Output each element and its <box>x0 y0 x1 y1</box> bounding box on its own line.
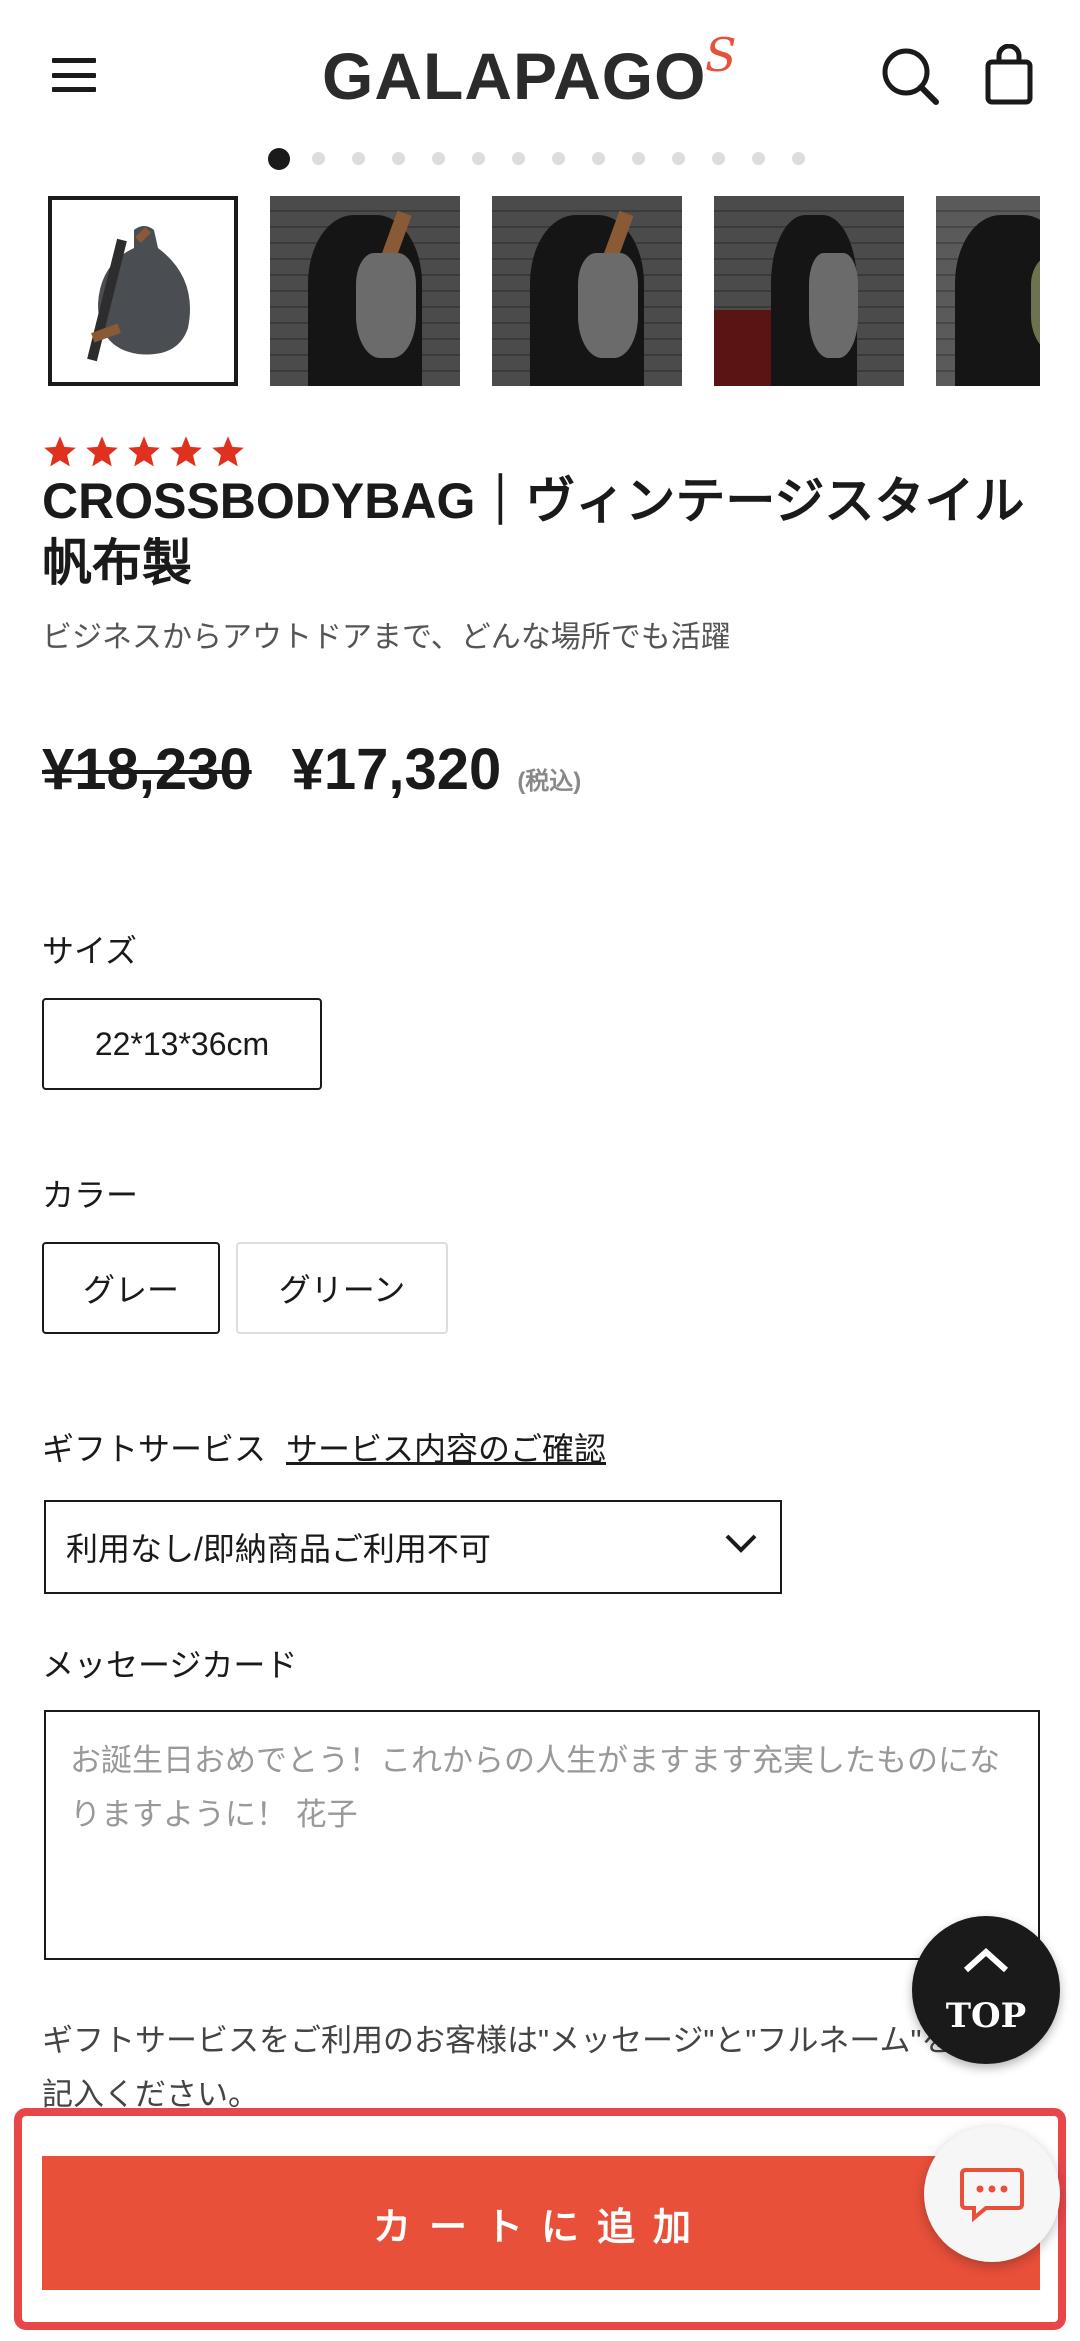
message-card-placeholder: お誕生日おめでとう！これからの人生がますます充実したものになりますように！ 花子 <box>70 1743 1000 1832</box>
gift-note: ギフトサービスをご利用のお客様は"メッセージ"と"フルネーム"をご記入ください。 <box>42 2023 984 2112</box>
gallery-dot-active[interactable] <box>268 148 290 170</box>
gallery-pagination <box>268 148 832 170</box>
gallery-dot[interactable] <box>752 152 765 165</box>
product-title: CROSSBODYBAG｜ヴィンテージスタイル 帆布製 <box>42 473 1025 591</box>
chat-button[interactable] <box>924 2126 1060 2262</box>
color-label: カラー <box>42 1177 139 1213</box>
add-to-cart-button[interactable]: カートに追加 <box>42 2156 1040 2290</box>
product-image <box>52 200 234 382</box>
gallery-dot[interactable] <box>552 152 565 165</box>
logo-text: GALAPAGO <box>322 39 707 113</box>
gallery-dot[interactable] <box>632 152 645 165</box>
tax-note: (税込) <box>517 768 582 795</box>
thumbnail-3[interactable] <box>492 196 682 386</box>
size-option-1[interactable]: 22*13*36cm <box>42 998 322 1090</box>
chevron-down-icon <box>725 1534 757 1553</box>
gallery-dot[interactable] <box>592 152 605 165</box>
gallery-dot[interactable] <box>672 152 685 165</box>
product-subtitle: ビジネスからアウトドアまで、どんな場所でも活躍 <box>42 621 731 654</box>
thumbnail-2[interactable] <box>270 196 460 386</box>
thumbnail-4[interactable] <box>714 196 904 386</box>
back-to-top-button[interactable]: TOP <box>912 1916 1060 2064</box>
star-icon <box>128 436 160 467</box>
gallery-dot[interactable] <box>392 152 405 165</box>
gallery-dot[interactable] <box>432 152 445 165</box>
gallery-dot[interactable] <box>352 152 365 165</box>
menu-icon[interactable] <box>52 58 96 92</box>
original-price: ¥18,230 <box>42 737 252 802</box>
color-option-grey[interactable]: グレー <box>42 1242 220 1334</box>
back-to-top-label: TOP <box>945 1996 1027 2036</box>
color-option-green[interactable]: グリーン <box>236 1242 448 1334</box>
star-icon <box>170 436 202 467</box>
gallery-dot[interactable] <box>792 152 805 165</box>
thumbnail-5[interactable] <box>936 196 1040 386</box>
star-icon <box>44 436 76 467</box>
gallery-dot[interactable] <box>312 152 325 165</box>
shopping-bag-icon[interactable] <box>984 43 1034 106</box>
logo-mark: S <box>704 28 737 82</box>
price-row: ¥18,230 ¥17,320 (税込) <box>42 736 581 803</box>
service-details-link[interactable]: サービス内容のご確認 <box>286 1424 606 1470</box>
message-card-input[interactable]: お誕生日おめでとう！これからの人生がますます充実したものになりますように！ 花子 <box>44 1710 1040 1960</box>
star-icon <box>86 436 118 467</box>
star-icon <box>212 436 244 467</box>
gift-service-label: ギフトサービス <box>42 1431 267 1467</box>
message-card-label: メッセージカード <box>42 1647 298 1683</box>
search-icon[interactable] <box>880 46 940 106</box>
gallery-dot[interactable] <box>472 152 485 165</box>
thumbnail-1[interactable] <box>48 196 238 386</box>
sale-price: ¥17,320 <box>291 737 502 802</box>
logo[interactable]: GALAPAGO S <box>322 28 736 116</box>
gift-service-select[interactable]: 利用なし/即納商品ご利用不可 <box>44 1500 782 1594</box>
gallery-dot[interactable] <box>712 152 725 165</box>
chat-icon <box>960 2168 1024 2222</box>
gift-service-value: 利用なし/即納商品ご利用不可 <box>66 1531 491 1567</box>
header: GALAPAGO S <box>0 0 1080 150</box>
thumbnail-strip[interactable] <box>48 196 1040 386</box>
rating-stars <box>42 434 246 470</box>
gallery-dot[interactable] <box>512 152 525 165</box>
size-label: サイズ <box>42 933 138 969</box>
chevron-up-icon <box>963 1947 1009 1973</box>
gift-service-row: ギフトサービス サービス内容のご確認 <box>42 1424 606 1470</box>
